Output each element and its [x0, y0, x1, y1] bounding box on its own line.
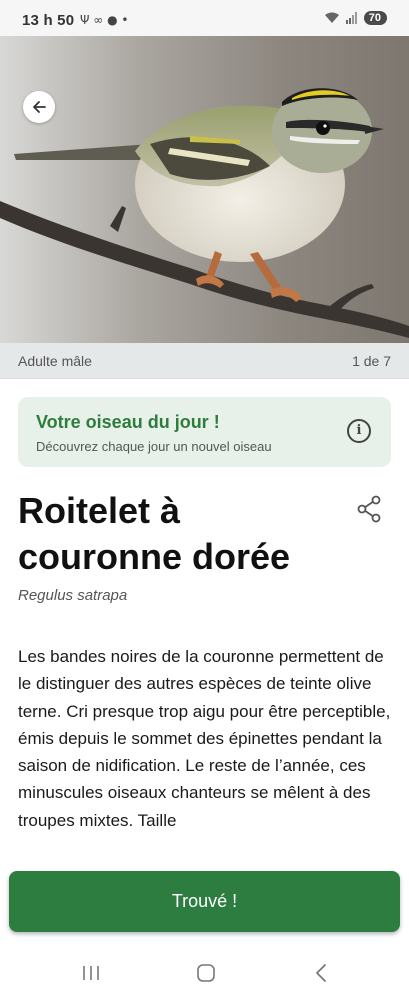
home-icon [197, 964, 215, 982]
status-time: 13 h 50 [22, 12, 75, 29]
system-nav-bar [0, 945, 409, 1000]
status-bar: 13 h 50 Ψ ∞ ● • 70 [0, 0, 409, 36]
bird-photo[interactable] [0, 36, 409, 343]
daily-card-subtitle: Découvrez chaque jour un nouvel oiseau [36, 439, 272, 454]
arrow-left-icon [33, 101, 46, 113]
photo-caption: Adulte mâle 1 de 7 [0, 343, 409, 379]
bird-description: Les bandes noires de la couronne permett… [18, 647, 391, 830]
battery-indicator: 70 [363, 11, 387, 25]
bird-scientific-name: Regulus satrapa [18, 587, 128, 604]
bird-illustration [0, 36, 409, 343]
share-icon [357, 495, 381, 523]
bird-common-name: Roitelet à couronne dorée [18, 490, 291, 577]
back-button[interactable] [23, 91, 55, 123]
signal-icon [345, 12, 357, 24]
status-right: 70 [324, 11, 387, 25]
info-icon[interactable]: i [347, 419, 371, 443]
photo-label: Adulte mâle [18, 353, 92, 369]
nav-back-button[interactable] [306, 961, 336, 985]
daily-bird-card[interactable]: Votre oiseau du jour ! Découvrez chaque … [18, 397, 391, 467]
recents-icon [83, 966, 99, 980]
back-icon [316, 964, 326, 982]
wifi-icon [324, 12, 339, 23]
daily-card-title: Votre oiseau du jour ! [36, 412, 220, 432]
recents-button[interactable] [76, 961, 106, 985]
found-button[interactable]: Trouvé ! [9, 871, 400, 932]
share-button[interactable] [357, 495, 381, 523]
photo-counter: 1 de 7 [352, 353, 391, 369]
home-button[interactable] [191, 961, 221, 985]
notification-icons: Ψ ∞ ● • [80, 13, 129, 27]
